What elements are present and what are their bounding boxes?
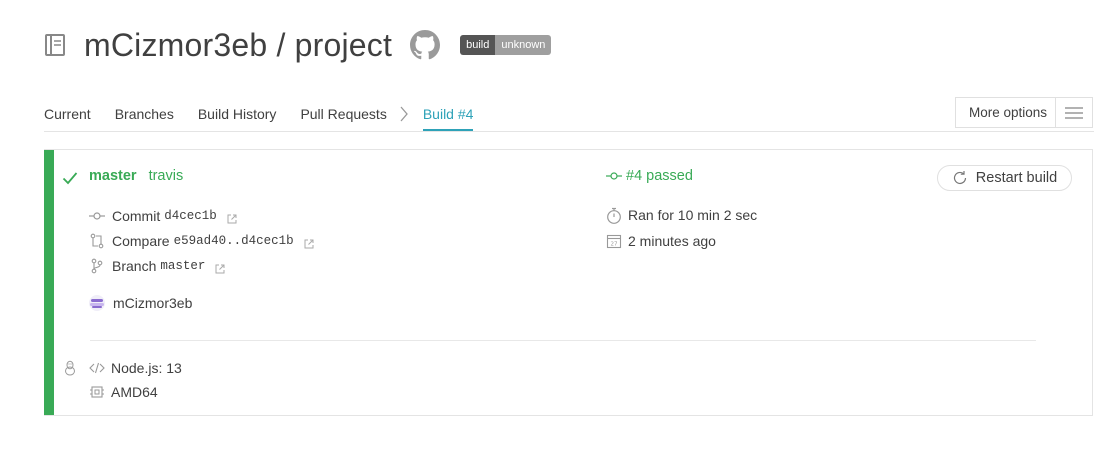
badge-value: unknown [495,35,552,55]
commit-row: Commit d4cec1b [89,206,237,226]
commit-icon [89,208,105,224]
more-options-button[interactable]: More options [955,97,1093,128]
badge-label: build [460,35,496,55]
check-icon [62,170,78,186]
build-number-row: #4 passed [606,166,693,186]
build-finished-time: 2 minutes ago [628,233,716,249]
calendar-icon: 27 [606,233,622,249]
branch-label: Branch [112,258,157,274]
stopwatch-icon [606,207,622,224]
job-language: Node.js: 13 [111,360,182,376]
repo-book-icon [44,33,66,57]
duration-row: Ran for 10 min 2 sec [606,205,757,225]
branch-row: Branch master [89,256,225,276]
svg-text:27: 27 [611,242,618,248]
external-link-icon[interactable] [227,211,237,224]
chevron-right-icon [399,97,411,131]
external-link-icon[interactable] [304,236,314,249]
commit-message: travis [148,168,184,184]
build-number-status[interactable]: #4 passed [626,168,693,184]
build-status-badge[interactable]: build unknown [460,35,552,55]
more-options-label: More options [969,105,1048,120]
hamburger-icon[interactable] [1055,98,1092,127]
compare-range[interactable]: e59ad40..d4cec1b [174,234,294,248]
cpu-icon [89,384,105,400]
build-tabs: Current Branches Build History Pull Requ… [44,97,497,131]
compare-label: Compare [112,233,170,249]
restart-build-button[interactable]: Restart build [937,165,1072,191]
github-icon[interactable] [410,30,441,60]
branch-icon [89,258,105,274]
build-card [44,149,1093,416]
build-duration: Ran for 10 min 2 sec [628,207,758,223]
compare-icon [89,233,105,249]
restart-build-label: Restart build [975,170,1058,186]
linux-icon [63,360,77,376]
commit-icon [606,168,622,184]
branch-name-link[interactable]: master [89,168,137,184]
commit-sha[interactable]: d4cec1b [164,209,217,223]
external-link-icon[interactable] [215,261,225,274]
job-arch: AMD64 [111,384,158,400]
author-row: mCizmor3eb [89,293,192,313]
build-title-row: master travis [89,166,183,186]
tab-current[interactable]: Current [44,97,91,131]
branch-value[interactable]: master [160,259,205,273]
avatar [89,295,105,311]
finished-row: 27 2 minutes ago [606,231,716,251]
code-icon [89,360,105,376]
tab-build[interactable]: Build #4 [422,97,474,131]
author-name: mCizmor3eb [113,295,193,311]
tabs-divider [44,131,1094,132]
repo-title[interactable]: mCizmor3eb / project [84,27,392,64]
compare-row: Compare e59ad40..d4cec1b [89,231,314,251]
restart-icon [952,170,968,186]
status-stripe [44,150,54,415]
language-row: Node.js: 13 [89,358,182,378]
tab-build-history[interactable]: Build History [198,97,277,131]
repo-header: mCizmor3eb / project build unknown [44,22,552,68]
tab-pull-requests[interactable]: Pull Requests [300,97,386,131]
tab-branches[interactable]: Branches [115,97,174,131]
commit-label: Commit [112,208,161,224]
section-divider [90,340,1036,341]
arch-row: AMD64 [89,382,158,402]
